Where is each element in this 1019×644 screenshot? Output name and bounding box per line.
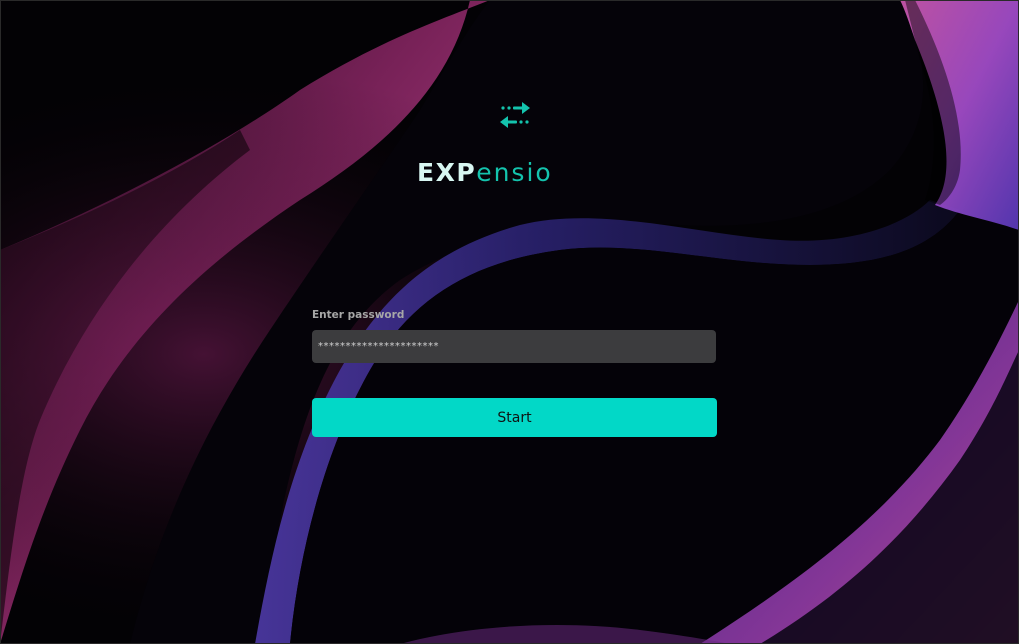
brand-name-part-1: EXP [417,158,477,187]
password-input[interactable] [312,330,716,363]
start-button[interactable]: Start [312,398,717,437]
password-label: Enter password [312,309,405,321]
login-screen: EXPensio Enter password Start [0,0,1019,644]
brand-wordmark: EXPensio [417,156,613,190]
login-form: Enter password Start [312,308,717,437]
swap-arrows-icon [500,102,530,128]
brand-name-part-2: ensio [476,158,553,187]
